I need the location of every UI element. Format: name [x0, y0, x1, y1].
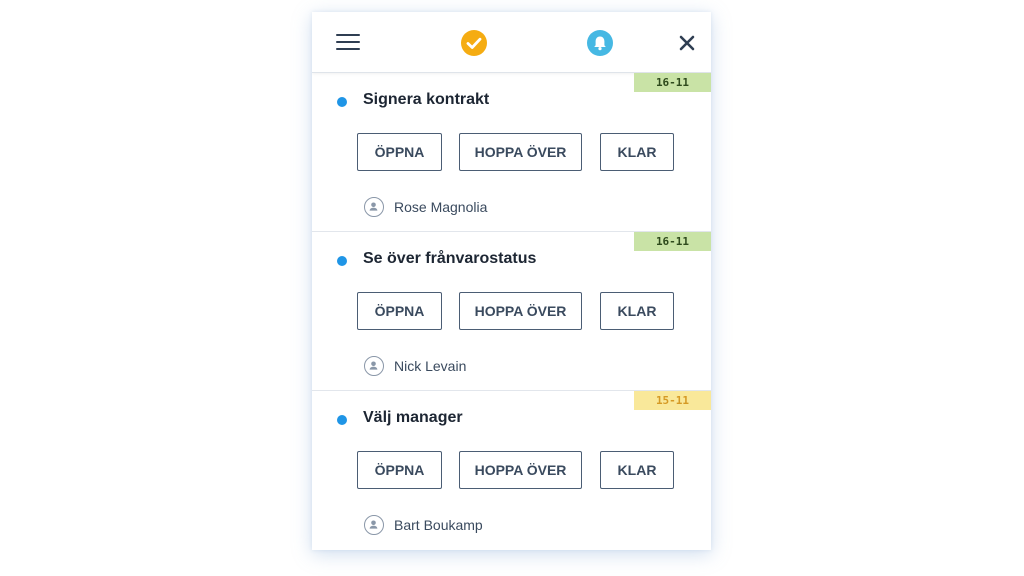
- assignee-name: Nick Levain: [394, 358, 467, 374]
- status-dot-icon: [337, 415, 347, 425]
- check-icon[interactable]: [461, 30, 487, 56]
- menu-icon[interactable]: [336, 34, 360, 51]
- open-button[interactable]: ÖPPNA: [357, 292, 442, 330]
- date-badge: 16-11: [634, 73, 711, 92]
- skip-button[interactable]: HOPPA ÖVER: [459, 451, 582, 489]
- user-icon: [364, 356, 384, 376]
- open-button[interactable]: ÖPPNA: [357, 133, 442, 171]
- open-button[interactable]: ÖPPNA: [357, 451, 442, 489]
- task-title: Välj manager: [363, 409, 463, 426]
- task-item: 16-11 Signera kontrakt ÖPPNA HOPPA ÖVER …: [312, 73, 711, 232]
- done-button[interactable]: KLAR: [600, 133, 674, 171]
- task-title: Se över frånvarostatus: [363, 250, 537, 267]
- close-icon[interactable]: [676, 32, 698, 54]
- task-panel: 16-11 Signera kontrakt ÖPPNA HOPPA ÖVER …: [312, 12, 711, 550]
- done-button[interactable]: KLAR: [600, 292, 674, 330]
- assignee-name: Bart Boukamp: [394, 517, 483, 533]
- user-icon: [364, 515, 384, 535]
- status-dot-icon: [337, 97, 347, 107]
- assignee: Nick Levain: [364, 355, 466, 377]
- skip-button[interactable]: HOPPA ÖVER: [459, 292, 582, 330]
- status-dot-icon: [337, 256, 347, 266]
- task-item: 15-11 Välj manager ÖPPNA HOPPA ÖVER KLAR…: [312, 391, 711, 549]
- date-badge: 15-11: [634, 391, 711, 410]
- assignee-name: Rose Magnolia: [394, 199, 488, 215]
- task-item: 16-11 Se över frånvarostatus ÖPPNA HOPPA…: [312, 232, 711, 391]
- top-bar: [312, 12, 711, 73]
- skip-button[interactable]: HOPPA ÖVER: [459, 133, 582, 171]
- bell-icon[interactable]: [587, 30, 613, 56]
- user-icon: [364, 197, 384, 217]
- date-badge: 16-11: [634, 232, 711, 251]
- task-title: Signera kontrakt: [363, 91, 490, 108]
- assignee: Rose Magnolia: [364, 196, 487, 218]
- assignee: Bart Boukamp: [364, 514, 483, 536]
- done-button[interactable]: KLAR: [600, 451, 674, 489]
